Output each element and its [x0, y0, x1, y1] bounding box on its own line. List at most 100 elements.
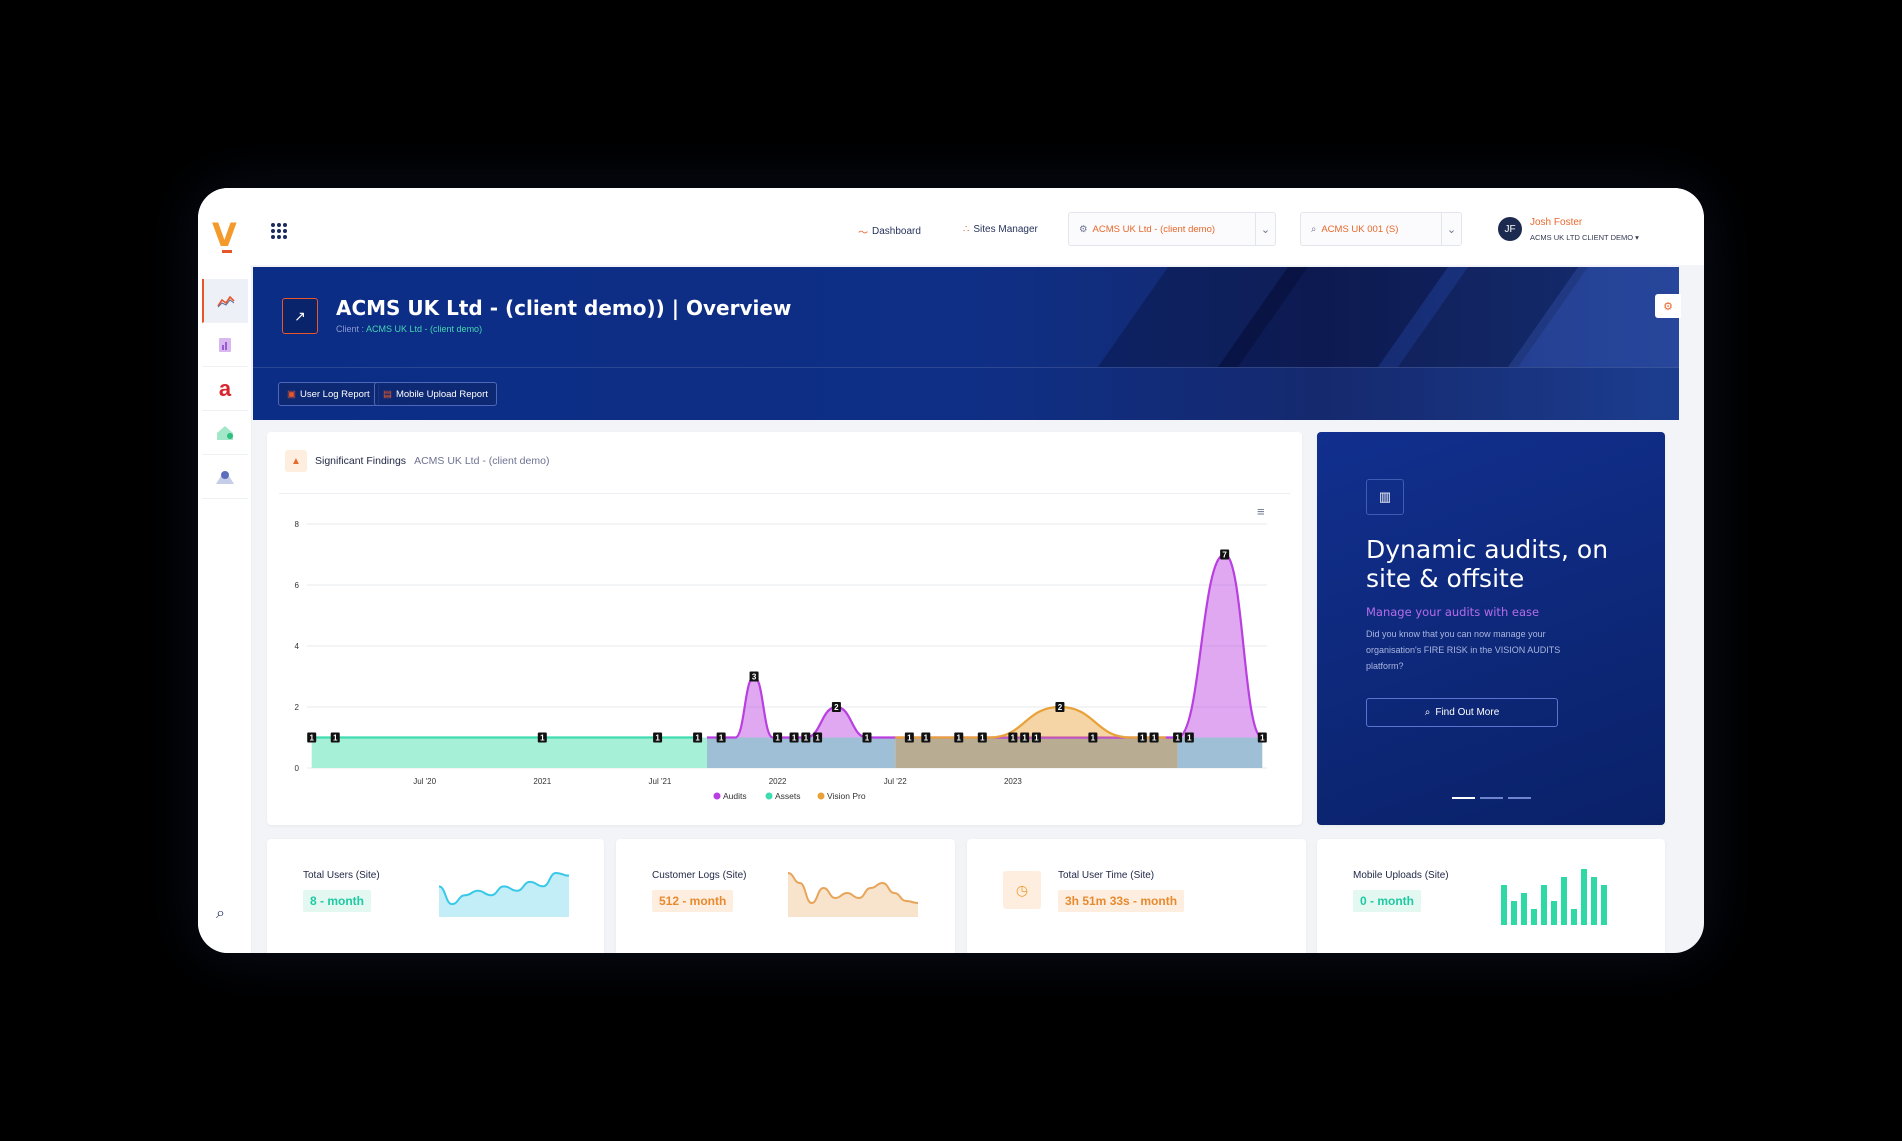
page-header: ↗ ACMS UK Ltd - (client demo)) | Overvie…	[253, 267, 1679, 420]
search-icon[interactable]: ⌕	[216, 905, 225, 923]
client-select[interactable]: ⚙ ACMS UK Ltd - (client demo) ⌄	[1068, 212, 1276, 246]
site-select[interactable]: ⌕ ACMS UK 001 (S) ⌄	[1300, 212, 1462, 246]
spark-bar	[1541, 885, 1547, 925]
promo-subtitle: Manage your audits with ease	[1366, 605, 1540, 619]
stat-value: 512 - month	[652, 890, 734, 912]
findings-chart: 02468Jul '20 2021 Jul '21 2022 Jul '22 20231 1…	[295, 520, 1267, 801]
y-tick-label: 8	[295, 520, 300, 529]
data-label: 1	[1260, 734, 1265, 743]
x-tick-label: Jul '22	[884, 777, 907, 786]
app-logo[interactable]: V	[212, 216, 237, 254]
spark-bar	[1531, 909, 1537, 925]
client-subtitle: Client : ACMS UK Ltd - (client demo)	[336, 324, 482, 334]
x-tick-label: Jul '20	[413, 777, 436, 786]
app-grid-icon[interactable]	[271, 223, 287, 239]
user-log-report-label: User Log Report	[299, 388, 370, 400]
x-tick-label: Jul '21	[649, 777, 672, 786]
user-org-label: ACMS UK LTD CLIENT DEMO	[1530, 233, 1634, 242]
carousel-dots	[1452, 797, 1531, 799]
sparkline-mobile-uploads	[1501, 869, 1607, 925]
audits-logo-icon: a	[218, 375, 232, 401]
file-search-icon: ▣	[287, 388, 296, 400]
y-tick-label: 4	[295, 642, 300, 651]
user-name[interactable]: Josh Foster	[1530, 217, 1582, 228]
header-divider	[253, 367, 1679, 368]
spark-bar	[1501, 885, 1507, 925]
carousel-dot[interactable]	[1452, 797, 1475, 799]
stat-value: 3h 51m 33s - month	[1058, 890, 1185, 912]
data-label: 1	[333, 734, 338, 743]
data-label: 1	[309, 734, 314, 743]
data-label: 1	[775, 734, 780, 743]
data-label: 1	[1011, 734, 1016, 743]
stat-card-customer-logs: Customer Logs (Site) 512 - month	[616, 839, 955, 953]
sidebar-item-reports[interactable]	[202, 323, 248, 367]
spark-bar	[1581, 869, 1587, 925]
data-label: 1	[907, 734, 912, 743]
data-label: 1	[1140, 734, 1145, 743]
spark-bar	[1561, 877, 1567, 925]
significant-findings-card: ▲ Significant Findings ACMS UK Ltd - (cl…	[267, 432, 1302, 825]
sparkline-total-users	[439, 871, 569, 917]
map-pin-icon	[216, 470, 234, 484]
sidebar-item-map[interactable]	[202, 455, 248, 499]
sidebar-item-sites[interactable]	[202, 411, 248, 455]
spark-bar	[1521, 893, 1527, 925]
sidebar-item-dashboard[interactable]	[202, 279, 248, 323]
y-tick-label: 2	[295, 703, 300, 712]
data-label: 1	[695, 734, 700, 743]
data-label: 1	[980, 734, 985, 743]
series-band	[311, 737, 707, 768]
find-out-more-label: Find Out More	[1435, 707, 1500, 718]
report-icon	[219, 337, 231, 352]
data-label: 1	[655, 734, 660, 743]
data-label: 1	[957, 734, 962, 743]
chevron-down-icon[interactable]: ⌄	[1255, 213, 1275, 245]
sidebar-item-audits[interactable]: a	[202, 367, 248, 411]
stat-value: 8 - month	[303, 890, 371, 912]
chart-line-icon	[217, 295, 235, 307]
mobile-upload-report-button[interactable]: ▤ Mobile Upload Report	[374, 382, 497, 406]
spark-bar	[1601, 885, 1607, 925]
search-icon: ⌕	[1424, 707, 1431, 718]
legend-label: Audits	[723, 791, 747, 801]
spark-bar	[1551, 901, 1557, 925]
logo-underline	[222, 250, 232, 253]
nav-sites-manager-label: Sites Manager	[973, 224, 1038, 235]
carousel-dot[interactable]	[1508, 797, 1531, 799]
gear-icon: ⚙	[1079, 223, 1088, 235]
x-tick-label: 2022	[769, 777, 787, 786]
nav-dashboard[interactable]: 〜 Dashboard	[858, 224, 921, 239]
settings-gear-icon[interactable]: ⚙	[1655, 294, 1681, 318]
data-label: 1	[1091, 734, 1096, 743]
data-label: 1	[815, 734, 820, 743]
spark-bar	[1571, 909, 1577, 925]
user-log-report-button[interactable]: ▣ User Log Report	[278, 382, 379, 406]
clock-icon: ◷	[1003, 871, 1041, 909]
nav-sites-manager[interactable]: ∴ Sites Manager	[963, 224, 1038, 235]
data-label: 1	[1152, 734, 1157, 743]
stat-title: Customer Logs (Site)	[652, 870, 747, 881]
y-tick-label: 6	[295, 581, 300, 590]
promo-title: Dynamic audits, on site & offsite	[1366, 535, 1609, 593]
stat-value: 0 - month	[1353, 890, 1421, 912]
client-link[interactable]: ACMS UK Ltd - (client demo)	[366, 324, 482, 334]
find-out-more-button[interactable]: ⌕ Find Out More	[1366, 698, 1558, 727]
chevron-down-icon[interactable]: ⌄	[1441, 213, 1461, 245]
caret-down-icon: ▾	[1635, 233, 1639, 242]
avatar[interactable]: JF	[1498, 217, 1522, 241]
carousel-dot[interactable]	[1480, 797, 1503, 799]
stat-title: Total Users (Site)	[303, 870, 380, 881]
report-icon: ▥	[1366, 479, 1404, 515]
data-label: 1	[1187, 734, 1192, 743]
top-bar: V 〜 Dashboard ∴ Sites Manager ⚙ ACMS UK …	[198, 188, 1704, 265]
data-label: 1	[1022, 734, 1027, 743]
legend-label: Assets	[775, 791, 801, 801]
data-label: 2	[1058, 703, 1063, 712]
user-org-menu[interactable]: ACMS UK LTD CLIENT DEMO ▾	[1530, 233, 1639, 242]
spark-bar	[1591, 877, 1597, 925]
data-label: 1	[540, 734, 545, 743]
data-label: 1	[792, 734, 797, 743]
nav-dashboard-label: Dashboard	[872, 226, 921, 237]
spark-bar	[1511, 901, 1517, 925]
